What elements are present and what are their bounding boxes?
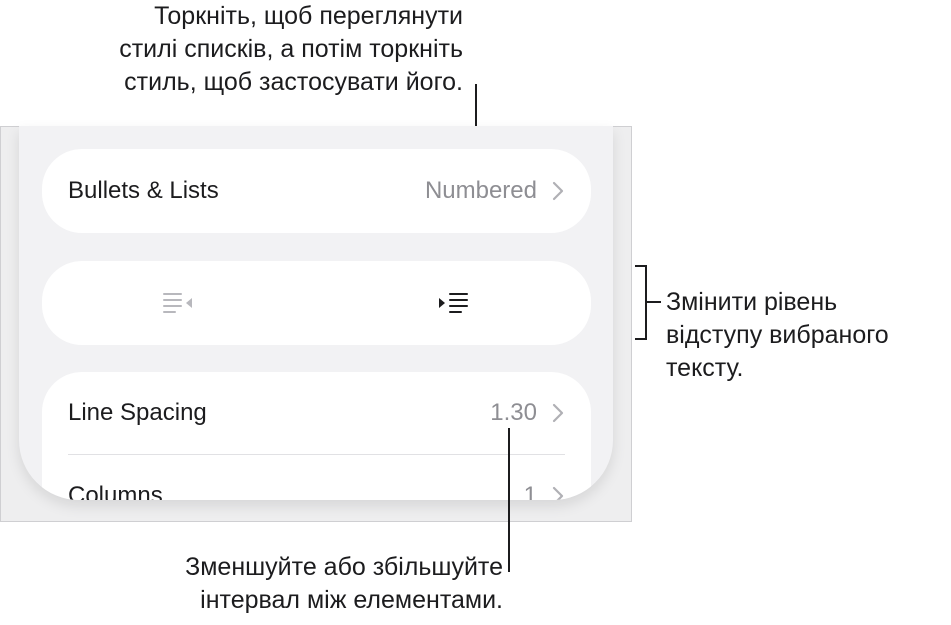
bullets-lists-row[interactable]: Bullets & Lists Numbered	[68, 171, 565, 211]
callout-line: відступу вибраного	[666, 321, 889, 349]
bullets-lists-label: Bullets & Lists	[68, 177, 219, 204]
chevron-right-icon	[552, 181, 564, 201]
bracket-bottom	[635, 338, 647, 340]
line-spacing-row[interactable]: Line Spacing 1.30	[68, 393, 565, 433]
format-panel: Bullets & Lists Numbered Line Spacing 1.…	[19, 126, 613, 500]
decrease-indent-icon	[163, 293, 192, 313]
indent-card	[42, 261, 591, 345]
callout-line: Змінити рівень	[666, 288, 838, 316]
chevron-right-icon	[552, 403, 564, 423]
columns-value: 1	[523, 482, 537, 500]
chevron-right-icon	[552, 486, 564, 500]
callout-line: інтервал між елементами.	[200, 586, 503, 614]
line-spacing-label: Line Spacing	[68, 399, 207, 426]
callout-line-spacing: Зменшуйте або збільшуйте інтервал між ел…	[83, 551, 503, 617]
callout-line: тексту.	[666, 354, 744, 382]
callout-line: стиль, щоб застосувати його.	[124, 68, 463, 96]
bullets-lists-value-group: Numbered	[425, 177, 565, 205]
columns-value-group: 1	[524, 482, 565, 500]
callout-indent: Змінити рівень відступу вибраного тексту…	[666, 286, 946, 385]
increase-indent-button[interactable]	[316, 261, 591, 345]
bullets-lists-value: Numbered	[424, 177, 537, 204]
bracket-top	[635, 265, 647, 267]
decrease-indent-button[interactable]	[42, 261, 316, 345]
bracket-leader	[645, 301, 661, 303]
increase-indent-icon	[438, 293, 468, 313]
line-spacing-value: 1.30	[490, 399, 537, 426]
line-spacing-value-group: 1.30	[490, 399, 565, 427]
callout-line: Торкніть, щоб переглянути	[154, 2, 463, 30]
columns-label: Columns	[68, 482, 163, 500]
bullets-lists-card[interactable]: Bullets & Lists Numbered	[42, 149, 591, 233]
callout-leader-bottom	[508, 428, 510, 572]
callout-line: стилі списків, а потім торкніть	[119, 35, 463, 63]
callout-line: Зменшуйте або збільшуйте	[185, 553, 503, 581]
row-divider	[68, 454, 565, 455]
columns-row[interactable]: Columns 1	[68, 476, 565, 500]
callout-bullets-lists: Торкніть, щоб переглянути стилі списків,…	[3, 0, 463, 99]
